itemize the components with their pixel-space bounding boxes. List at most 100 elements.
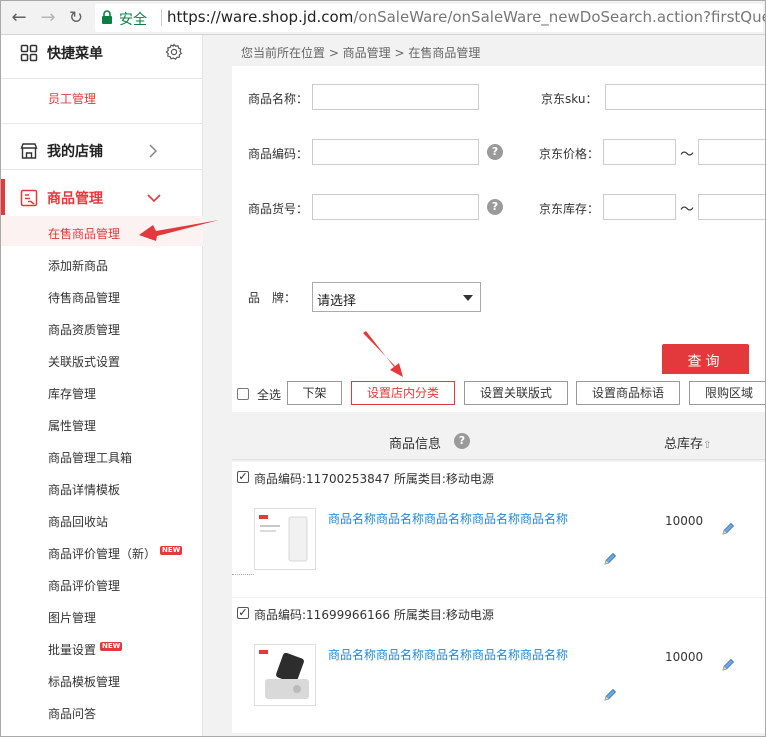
product-thumbnail[interactable] bbox=[254, 508, 316, 570]
help-icon[interactable]: ? bbox=[487, 199, 503, 215]
table-header: 商品信息 ? 总库存⇧ bbox=[232, 422, 765, 460]
forward-arrow-icon[interactable]: → bbox=[36, 6, 60, 30]
new-badge: NEW bbox=[100, 642, 123, 651]
product-image bbox=[255, 509, 315, 569]
browser-toolbar: ← → ↻ 安全 https://ware.shop.jd.com/onSale… bbox=[1, 1, 765, 35]
select-all-label: 全选 bbox=[257, 388, 282, 402]
caret-down-icon bbox=[463, 295, 473, 301]
breadcrumb: 您当前所在位置 > 商品管理 > 在售商品管理 bbox=[241, 46, 481, 60]
new-badge: NEW bbox=[160, 546, 183, 555]
help-icon[interactable]: ? bbox=[487, 144, 503, 160]
address-divider bbox=[161, 9, 162, 26]
product-name-link[interactable]: 商品名称商品名称商品名称商品名称商品名称 bbox=[328, 646, 568, 663]
goods-management-header[interactable]: 商品管理 bbox=[1, 180, 203, 216]
set-product-slogan-button[interactable]: 设置商品标语 bbox=[576, 381, 680, 405]
main-content: 您当前所在位置 > 商品管理 > 在售商品管理 商品名称： 京东sku： 商品编… bbox=[232, 35, 765, 736]
sidebar-item-images[interactable]: 图片管理 bbox=[48, 609, 96, 626]
product-image bbox=[255, 645, 315, 705]
brand-select[interactable]: 请选择 bbox=[312, 282, 481, 312]
sidebar-item-qa[interactable]: 商品问答 bbox=[48, 705, 96, 722]
pencil-icon[interactable] bbox=[603, 552, 617, 566]
sidebar-item-recycle[interactable]: 商品回收站 bbox=[48, 513, 108, 530]
pencil-icon[interactable] bbox=[721, 658, 735, 672]
sidebar-item-label: 商品评价管理（新） bbox=[48, 547, 157, 561]
delist-button[interactable]: 下架 bbox=[287, 381, 342, 405]
url-text[interactable]: https://ware.shop.jd.com/onSaleWare/onSa… bbox=[167, 8, 765, 26]
sidebar-item-pending[interactable]: 待售商品管理 bbox=[48, 289, 120, 306]
table-row: ✓ 商品编码:11699966166 所属类目:移动电源 商品名称商品名称商品名… bbox=[232, 598, 765, 733]
my-store-label: 我的店铺 bbox=[47, 144, 103, 160]
code-label: 商品编码： bbox=[248, 147, 309, 161]
brand-label: 品 牌： bbox=[248, 291, 297, 305]
quick-menu-header[interactable]: 快捷菜单 bbox=[1, 35, 203, 71]
sidebar-item-batch[interactable]: 批量设置 NEW bbox=[48, 641, 123, 658]
help-icon[interactable]: ? bbox=[454, 433, 470, 449]
sidebar-item-detail-template[interactable]: 商品详情模板 bbox=[48, 481, 120, 498]
quick-menu-label: 快捷菜单 bbox=[47, 46, 103, 62]
sidebar-item-toolbox[interactable]: 商品管理工具箱 bbox=[48, 449, 132, 466]
goods-management-label: 商品管理 bbox=[47, 191, 103, 207]
price-max-input[interactable] bbox=[698, 139, 765, 165]
stock-value: 10000 bbox=[665, 514, 704, 528]
reload-icon[interactable]: ↻ bbox=[64, 6, 88, 30]
artno-label: 商品货号： bbox=[248, 202, 309, 216]
sku-label: 京东sku： bbox=[541, 92, 598, 106]
product-name-link[interactable]: 商品名称商品名称商品名称商品名称商品名称 bbox=[328, 510, 568, 527]
row-checkbox[interactable]: ✓ bbox=[237, 607, 249, 619]
price-label: 京东价格： bbox=[539, 147, 600, 161]
sidebar: 快捷菜单 员工管理 我的店铺 商品管理 在售商品管理 添加新商品 待售商品管理 … bbox=[1, 35, 203, 736]
divider bbox=[1, 169, 203, 170]
divider bbox=[1, 123, 203, 124]
bulk-action-toolbar: 全选 下架 设置店内分类 设置关联版式 设置商品标语 限购区域 bbox=[232, 374, 765, 412]
sidebar-item-staff[interactable]: 员工管理 bbox=[48, 90, 96, 107]
goods-icon bbox=[20, 189, 38, 207]
sidebar-item-onsale[interactable]: 在售商品管理 bbox=[48, 225, 120, 242]
row-meta: 商品编码:11700253847 所属类目:移动电源 bbox=[254, 472, 494, 486]
range-separator: ～ bbox=[680, 147, 694, 163]
stock-label: 京东库存： bbox=[539, 202, 600, 216]
sidebar-item-layout[interactable]: 关联版式设置 bbox=[48, 353, 120, 370]
purchase-limit-area-button[interactable]: 限购区域 bbox=[689, 381, 765, 405]
sidebar-item-attributes[interactable]: 属性管理 bbox=[48, 417, 96, 434]
sidebar-item-add-new[interactable]: 添加新商品 bbox=[48, 257, 108, 274]
set-store-category-button[interactable]: 设置店内分类 bbox=[351, 381, 455, 405]
filter-panel: 商品名称： 京东sku： 商品编码： ? 京东价格： ～ 商品货号： ? 京东库… bbox=[232, 66, 765, 396]
product-name-input[interactable] bbox=[312, 84, 479, 110]
url-host: https://ware.shop.jd.com bbox=[167, 8, 354, 26]
brand-select-value: 请选择 bbox=[317, 294, 357, 309]
price-min-input[interactable] bbox=[603, 139, 676, 165]
stock-min-input[interactable] bbox=[603, 194, 676, 220]
sidebar-item-standard-template[interactable]: 标品模板管理 bbox=[48, 673, 120, 690]
secure-label: 安全 bbox=[119, 12, 147, 28]
sidebar-gutter bbox=[203, 35, 232, 736]
gear-icon[interactable] bbox=[165, 43, 183, 61]
sidebar-item-review-new[interactable]: 商品评价管理（新） NEW bbox=[48, 545, 183, 562]
chevron-down-icon bbox=[147, 194, 161, 203]
product-code-input[interactable] bbox=[312, 139, 479, 165]
select-all-checkbox[interactable] bbox=[237, 388, 249, 400]
sidebar-item-qualification[interactable]: 商品资质管理 bbox=[48, 321, 120, 338]
row-checkbox[interactable]: ✓ bbox=[237, 471, 249, 483]
product-thumbnail[interactable] bbox=[254, 644, 316, 706]
sku-input[interactable] bbox=[605, 84, 765, 110]
address-bar[interactable]: 安全 https://ware.shop.jd.com/onSaleWare/o… bbox=[95, 4, 765, 32]
stock-max-input[interactable] bbox=[698, 194, 765, 220]
col-product-info: 商品信息 bbox=[389, 437, 442, 452]
pencil-icon[interactable] bbox=[721, 522, 735, 536]
range-separator: ～ bbox=[680, 202, 694, 218]
row-meta: 商品编码:11699966166 所属类目:移动电源 bbox=[254, 608, 494, 622]
my-store-header[interactable]: 我的店铺 bbox=[1, 133, 203, 169]
set-related-layout-button[interactable]: 设置关联版式 bbox=[464, 381, 568, 405]
table-row: ✓ 商品编码:11700253847 所属类目:移动电源 商品名称商品名称商品名… bbox=[232, 462, 765, 597]
pencil-icon[interactable] bbox=[603, 688, 617, 702]
sidebar-item-inventory[interactable]: 库存管理 bbox=[48, 385, 96, 402]
sidebar-item-review[interactable]: 商品评价管理 bbox=[48, 577, 120, 594]
col-total-stock[interactable]: 总库存⇧ bbox=[664, 433, 711, 452]
back-arrow-icon[interactable]: ← bbox=[7, 6, 31, 30]
stock-value: 10000 bbox=[665, 650, 704, 664]
row-divider bbox=[232, 574, 254, 575]
store-icon bbox=[20, 143, 38, 159]
article-number-input[interactable] bbox=[312, 194, 479, 220]
col-total-stock-label: 总库存 bbox=[664, 437, 704, 452]
divider bbox=[1, 78, 203, 79]
